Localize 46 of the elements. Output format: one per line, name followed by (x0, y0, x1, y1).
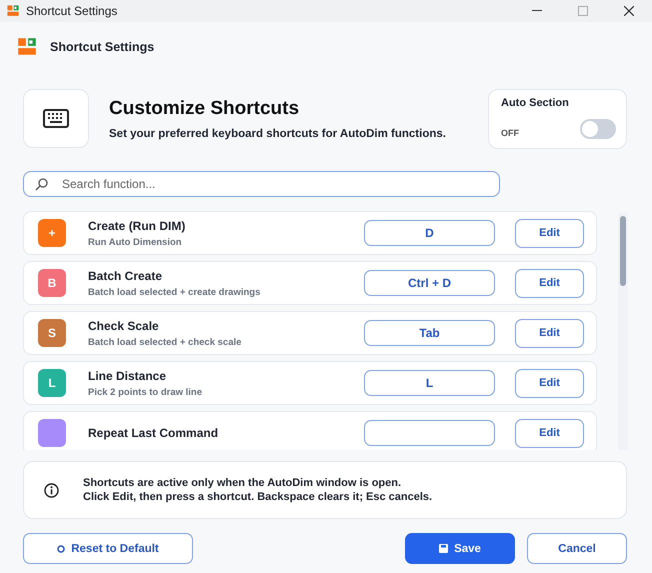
app-logo-icon (6, 4, 20, 18)
function-description: Batch load selected + create drawings (88, 286, 262, 298)
shortcut-key-field[interactable]: L (364, 370, 495, 396)
function-badge: S (38, 319, 66, 347)
scrollbar[interactable] (618, 213, 628, 450)
function-badge: L (38, 369, 66, 397)
auto-section-label: Auto Section (501, 96, 570, 110)
function-badge: B (38, 269, 66, 297)
edit-button[interactable]: Edit (515, 268, 584, 298)
header-title: Shortcut Settings (50, 40, 154, 54)
save-icon (439, 544, 448, 553)
cancel-button[interactable]: Cancel (527, 533, 627, 564)
function-title: Create (Run DIM) (88, 218, 186, 232)
shortcut-key-field[interactable]: Ctrl + D (364, 270, 495, 296)
maximize-icon (578, 6, 588, 16)
edit-button[interactable]: Edit (515, 318, 584, 348)
edit-button[interactable]: Edit (515, 368, 584, 398)
minimize-icon (532, 10, 542, 12)
toggle-state-text: OFF (501, 128, 520, 138)
function-description: Batch load selected + check scale (88, 336, 242, 348)
shortcut-key-field[interactable]: D (364, 220, 495, 246)
reset-button[interactable]: Reset to Default (23, 533, 193, 564)
search-field[interactable]: Search function... (23, 171, 500, 197)
info-text: Shortcuts are active only when the AutoDim window is open. (83, 477, 402, 489)
function-badge: + (38, 219, 66, 247)
page-heading: Customize Shortcuts (109, 98, 300, 120)
close-icon (624, 6, 634, 16)
info-text: Click Edit, then press a shortcut. Backspace clears it; Esc cancels. (83, 491, 432, 503)
auto-section-toggle[interactable] (580, 119, 616, 139)
edit-button[interactable]: Edit (515, 218, 584, 248)
function-title: Repeat Last Command (88, 426, 220, 440)
function-title: Line Distance (88, 368, 168, 382)
function-description: Pick 2 points to draw line (88, 386, 204, 398)
window-title: Shortcut Settings (26, 4, 118, 18)
function-description: Run Auto Dimension (88, 236, 183, 248)
function-title: Batch Create (88, 268, 164, 282)
edit-button[interactable]: Edit (515, 418, 584, 448)
shortcut-key-field[interactable] (364, 420, 495, 446)
save-button[interactable]: Save (405, 533, 515, 564)
keyboard-icon (43, 109, 69, 128)
shortcut-key-field[interactable]: Tab (364, 320, 495, 346)
function-title: Check Scale (88, 318, 160, 332)
info-icon (44, 482, 59, 498)
page-subtitle: Set your preferred keyboard shortcuts for AutoDim functions. (109, 128, 447, 140)
reset-icon (57, 544, 66, 552)
search-icon (35, 178, 48, 191)
